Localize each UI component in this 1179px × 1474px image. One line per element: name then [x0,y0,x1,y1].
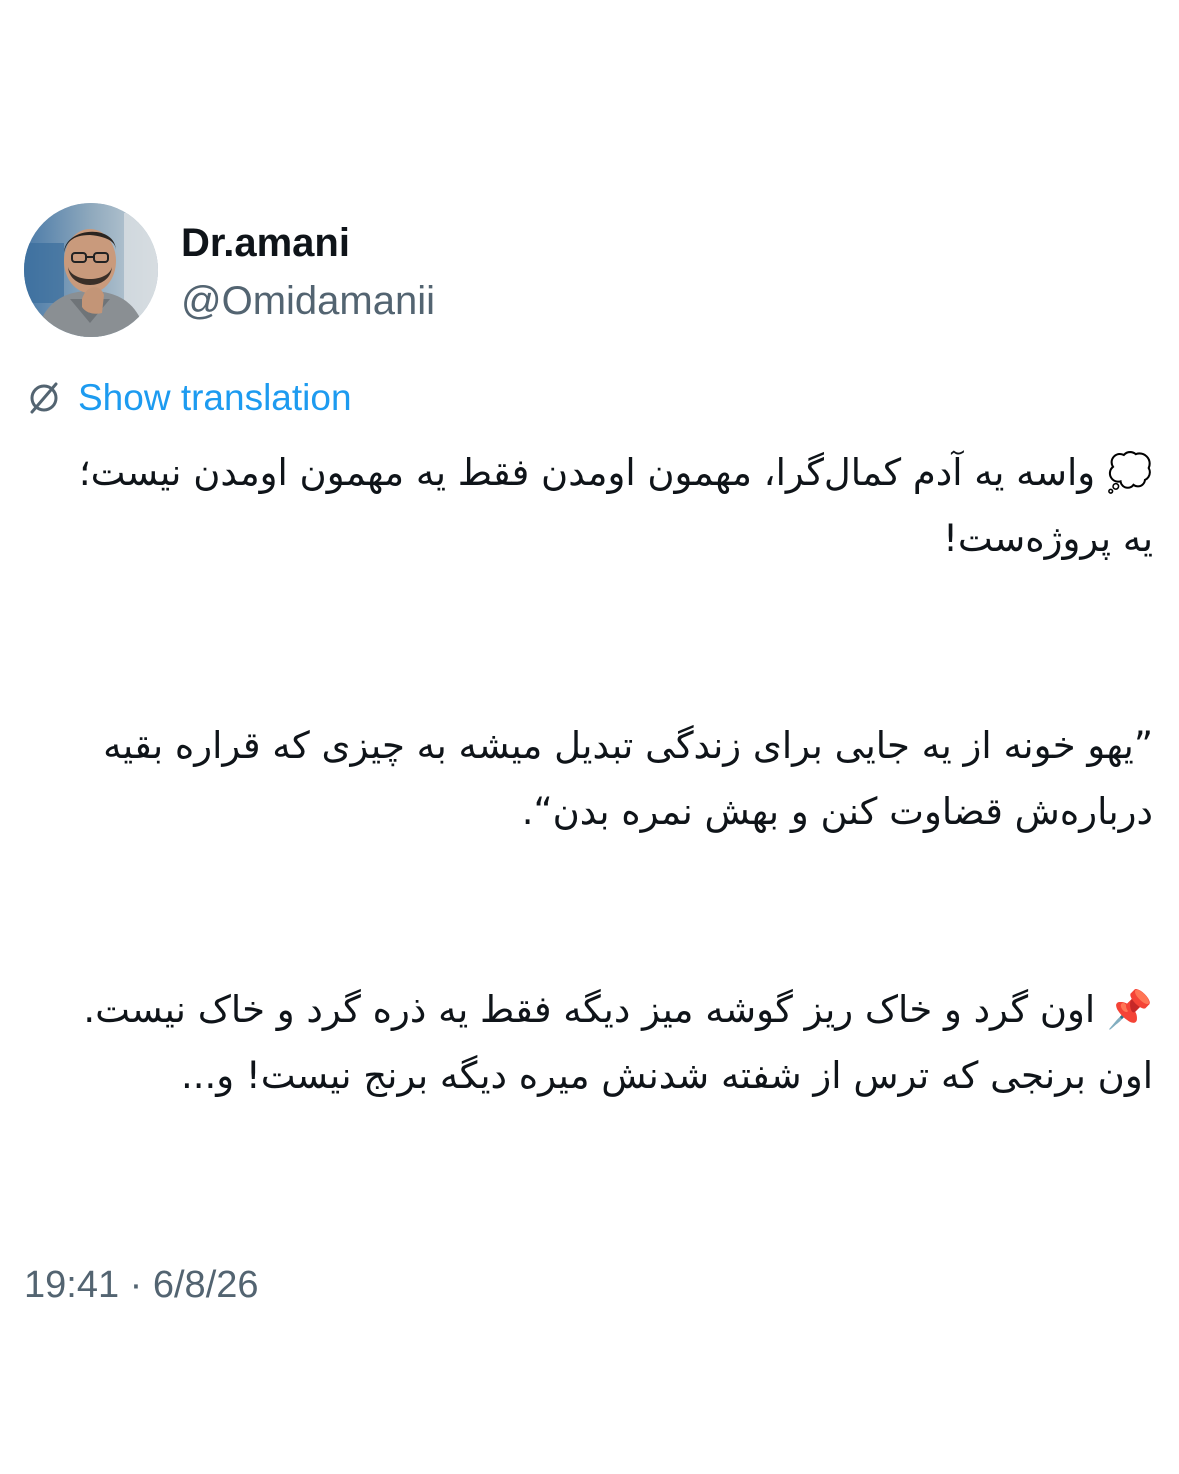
avatar[interactable] [24,203,158,337]
tweet-timestamp[interactable]: 19:41 · 6/8/26 [24,1261,259,1309]
translate-slash-icon [24,378,64,418]
profile-photo-icon [24,203,158,337]
tweet-paragraph-2: ”یهو خونه از یه جایی برای زندگی تبدیل می… [103,724,1153,833]
tweet-paragraph-3: 📌 اون گرد و خاک ریز گوشه میز دیگه فقط یه… [83,988,1153,1097]
user-handle[interactable]: @Omidamanii [181,278,435,324]
display-name[interactable]: Dr.amani [181,220,350,266]
tweet-container: Dr.amani @Omidamanii Show translation 💭 … [0,0,1179,1474]
show-translation-button[interactable]: Show translation [24,374,352,422]
tweet-paragraph-1: 💭 واسه یه آدم کمال‌گرا، مهمون اومدن فقط … [78,451,1153,560]
show-translation-label: Show translation [78,377,352,418]
